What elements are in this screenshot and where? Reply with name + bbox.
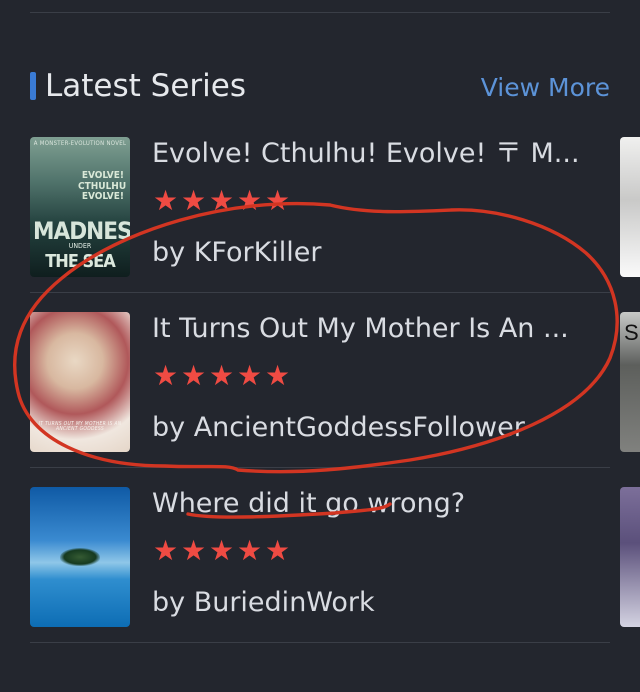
star-icon: ★ [208, 359, 235, 392]
star-icon: ★ [152, 534, 179, 567]
cover-text-main: MADNESS [33, 217, 130, 245]
island-image-detail [60, 548, 100, 566]
series-cover[interactable]: IT TURNS OUT MY MOTHER IS AN ANCIENT GOD… [30, 312, 130, 452]
series-author: by KForKiller [152, 237, 322, 268]
star-icon: ★ [264, 184, 291, 217]
series-rating: ★ ★ ★ ★ ★ [152, 187, 302, 215]
star-icon: ★ [264, 359, 291, 392]
series-title[interactable]: Evolve! Cthulhu! Evolve! 〒 M... [152, 135, 590, 173]
series-title[interactable]: It Turns Out My Mother Is An ... [152, 310, 590, 348]
cover-text-sub: THE SEA [45, 251, 116, 272]
view-more-link[interactable]: View More [481, 68, 610, 108]
star-icon: ★ [236, 359, 263, 392]
cover-text-top: A MONSTER-EVOLUTION NOVEL [33, 140, 127, 147]
series-list: A MONSTER-EVOLUTION NOVEL EVOLVE! CTHULH… [30, 118, 640, 643]
section-accent [30, 72, 36, 100]
series-cover[interactable]: A MONSTER-EVOLUTION NOVEL EVOLVE! CTHULH… [30, 137, 130, 277]
series-cover[interactable] [30, 487, 130, 627]
preview-letter: S [624, 320, 639, 345]
top-divider [30, 12, 610, 13]
star-icon: ★ [180, 359, 207, 392]
star-icon: ★ [152, 359, 179, 392]
section-title: Latest Series [45, 68, 246, 104]
series-item-1[interactable]: A MONSTER-EVOLUTION NOVEL EVOLVE! CTHULH… [30, 118, 640, 293]
latest-series-header: Latest Series View More [30, 64, 610, 110]
series-rating: ★ ★ ★ ★ ★ [152, 362, 302, 390]
star-icon: ★ [236, 534, 263, 567]
adjacent-cover-preview: S [620, 312, 640, 452]
adjacent-cover-preview [620, 137, 640, 277]
series-item-2[interactable]: IT TURNS OUT MY MOTHER IS AN ANCIENT GOD… [30, 293, 640, 468]
series-author: by AncientGoddessFollower [152, 412, 525, 443]
star-icon: ★ [208, 534, 235, 567]
star-icon: ★ [236, 184, 263, 217]
star-icon: ★ [264, 534, 291, 567]
series-title[interactable]: Where did it go wrong? [152, 485, 590, 523]
cover-text-under: UNDER [68, 242, 92, 250]
star-icon: ★ [152, 184, 179, 217]
star-icon: ★ [180, 184, 207, 217]
series-author: by BuriedinWork [152, 587, 375, 618]
cover-title-text: IT TURNS OUT MY MOTHER IS AN ANCIENT GOD… [38, 420, 122, 432]
cover-text-middle: EVOLVE! CTHULHU EVOLVE! [78, 170, 127, 202]
star-icon: ★ [180, 534, 207, 567]
series-rating: ★ ★ ★ ★ ★ [152, 537, 302, 565]
star-icon: ★ [208, 184, 235, 217]
adjacent-cover-preview [620, 487, 640, 627]
series-item-3[interactable]: Where did it go wrong? ★ ★ ★ ★ ★ by Buri… [30, 468, 640, 643]
